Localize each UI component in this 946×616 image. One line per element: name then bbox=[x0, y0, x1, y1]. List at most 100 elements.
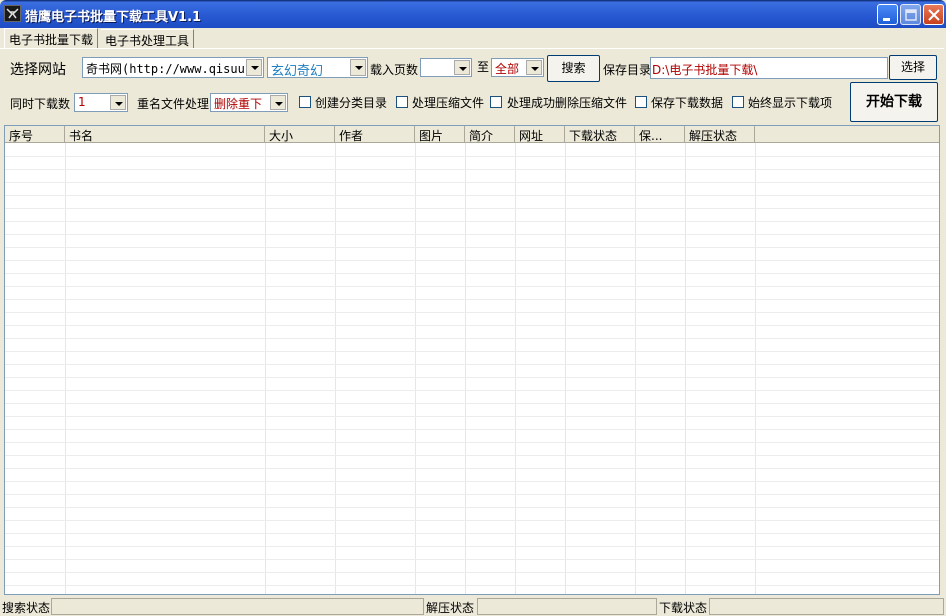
col-header-intro[interactable]: 简介 bbox=[465, 126, 515, 143]
grid-row-line bbox=[5, 260, 939, 261]
grid-row-line bbox=[5, 429, 939, 430]
close-button[interactable] bbox=[923, 4, 944, 25]
grid-column-line bbox=[515, 143, 516, 594]
grid-row-line bbox=[5, 273, 939, 274]
grid-row-line bbox=[5, 338, 939, 339]
grid-column-line bbox=[415, 143, 416, 594]
grid-row-line bbox=[5, 455, 939, 456]
grid-row-line bbox=[5, 221, 939, 222]
col-header-size[interactable]: 大小 bbox=[265, 126, 335, 143]
delete-archive-checkbox[interactable] bbox=[490, 96, 502, 108]
grid-column-line bbox=[265, 143, 266, 594]
grid-column-line bbox=[335, 143, 336, 594]
rename-label: 重名文件处理 bbox=[137, 97, 210, 111]
grid-row-line bbox=[5, 494, 939, 495]
grid-row-line bbox=[5, 416, 939, 417]
site-select-value: 奇书网(http://www.qisuu bbox=[86, 62, 245, 76]
grid-row-line bbox=[5, 533, 939, 534]
always-show-label: 始终显示下载项 bbox=[748, 96, 833, 110]
maximize-button[interactable] bbox=[900, 4, 921, 25]
grid-row-line bbox=[5, 377, 939, 378]
site-select[interactable]: 奇书网(http://www.qisuu bbox=[82, 57, 264, 78]
tab-ebook-tools[interactable]: 电子书处理工具 bbox=[101, 29, 195, 48]
maximize-icon bbox=[905, 9, 917, 21]
grid-column-line bbox=[65, 143, 66, 594]
close-icon bbox=[928, 9, 940, 21]
create-category-checkbox[interactable] bbox=[299, 96, 311, 108]
rename-select[interactable]: 删除重下 bbox=[210, 93, 288, 112]
grid-row-line bbox=[5, 156, 939, 157]
create-category-label: 创建分类目录 bbox=[315, 96, 388, 110]
tab-batch-download[interactable]: 电子书批量下载 bbox=[4, 28, 99, 49]
status-bar: 搜索状态 解压状态 下载状态 bbox=[0, 596, 946, 616]
chevron-down-icon bbox=[454, 60, 470, 75]
col-header-download-status[interactable]: 下载状态 bbox=[565, 126, 635, 143]
book-table[interactable]: 序号 书名 大小 作者 图片 简介 网址 下载状态 保... 解压状态 bbox=[4, 125, 940, 595]
save-dir-label: 保存目录 bbox=[603, 63, 652, 77]
window-title: 猎鹰电子书批量下载工具V1.1 bbox=[25, 10, 202, 25]
col-header-save[interactable]: 保... bbox=[635, 126, 685, 143]
search-status-field bbox=[51, 598, 424, 615]
site-label: 选择网站 bbox=[10, 62, 66, 78]
grid-column-line bbox=[755, 143, 756, 594]
save-data-label: 保存下载数据 bbox=[651, 96, 724, 110]
rename-value: 删除重下 bbox=[214, 97, 263, 111]
start-download-button[interactable]: 开始下载 bbox=[850, 82, 938, 122]
grid-row-line bbox=[5, 364, 939, 365]
download-status-label: 下载状态 bbox=[659, 601, 708, 615]
concurrent-label: 同时下载数 bbox=[10, 97, 71, 111]
unzip-status-field bbox=[477, 598, 657, 615]
grid-row-line bbox=[5, 169, 939, 170]
grid-row-line bbox=[5, 442, 939, 443]
grid-row-line bbox=[5, 351, 939, 352]
grid-row-line bbox=[5, 234, 939, 235]
col-header-url[interactable]: 网址 bbox=[515, 126, 565, 143]
pages-to-value: 全部 bbox=[495, 62, 520, 76]
grid-row-line bbox=[5, 403, 939, 404]
grid-row-line bbox=[5, 390, 939, 391]
grid-row-line bbox=[5, 312, 939, 313]
save-dir-value: D:\电子书批量下载\ bbox=[652, 63, 758, 77]
grid-row-line bbox=[5, 520, 939, 521]
tab-divider bbox=[0, 48, 944, 49]
concurrent-select[interactable]: 1 bbox=[74, 93, 128, 112]
main-window: 猎鹰电子书批量下载工具V1.1 电子书批量下载 电子书处理工具 选择网站 奇书网… bbox=[0, 0, 946, 616]
pages-from-select[interactable] bbox=[420, 58, 472, 77]
always-show-checkbox[interactable] bbox=[732, 96, 744, 108]
grid-row-line bbox=[5, 325, 939, 326]
app-icon bbox=[4, 5, 21, 22]
save-dir-input[interactable]: D:\电子书批量下载\ bbox=[650, 57, 888, 79]
grid-row-line bbox=[5, 247, 939, 248]
category-select[interactable]: 玄幻奇幻 bbox=[267, 57, 368, 78]
search-status-label: 搜索状态 bbox=[2, 601, 51, 615]
grid-row-line bbox=[5, 507, 939, 508]
col-header-index[interactable]: 序号 bbox=[5, 126, 65, 143]
tab-strip: 电子书批量下载 电子书处理工具 bbox=[2, 28, 942, 49]
grid-row-line bbox=[5, 481, 939, 482]
title-bar[interactable]: 猎鹰电子书批量下载工具V1.1 bbox=[0, 0, 946, 28]
chevron-down-icon bbox=[270, 95, 286, 110]
save-data-checkbox[interactable] bbox=[635, 96, 647, 108]
chevron-down-icon bbox=[246, 59, 262, 76]
table-body[interactable] bbox=[5, 143, 939, 594]
col-header-author[interactable]: 作者 bbox=[335, 126, 415, 143]
minimize-icon bbox=[883, 18, 890, 21]
table-header: 序号 书名 大小 作者 图片 简介 网址 下载状态 保... 解压状态 bbox=[5, 126, 939, 143]
grid-row-line bbox=[5, 286, 939, 287]
concurrent-value: 1 bbox=[78, 95, 86, 109]
chevron-down-icon bbox=[350, 59, 366, 76]
col-header-image[interactable]: 图片 bbox=[415, 126, 465, 143]
col-header-unzip-status[interactable]: 解压状态 bbox=[685, 126, 755, 143]
unzip-status-label: 解压状态 bbox=[426, 601, 475, 615]
download-status-field bbox=[709, 598, 944, 615]
search-button[interactable]: 搜索 bbox=[547, 55, 600, 82]
process-archive-checkbox[interactable] bbox=[396, 96, 408, 108]
col-header-title[interactable]: 书名 bbox=[65, 126, 265, 143]
minimize-button[interactable] bbox=[877, 4, 898, 25]
grid-row-line bbox=[5, 468, 939, 469]
pages-to-select[interactable]: 全部 bbox=[491, 58, 544, 77]
chevron-down-icon bbox=[526, 60, 542, 75]
grid-column-line bbox=[685, 143, 686, 594]
grid-row-line bbox=[5, 559, 939, 560]
choose-dir-button[interactable]: 选择 bbox=[889, 55, 937, 80]
